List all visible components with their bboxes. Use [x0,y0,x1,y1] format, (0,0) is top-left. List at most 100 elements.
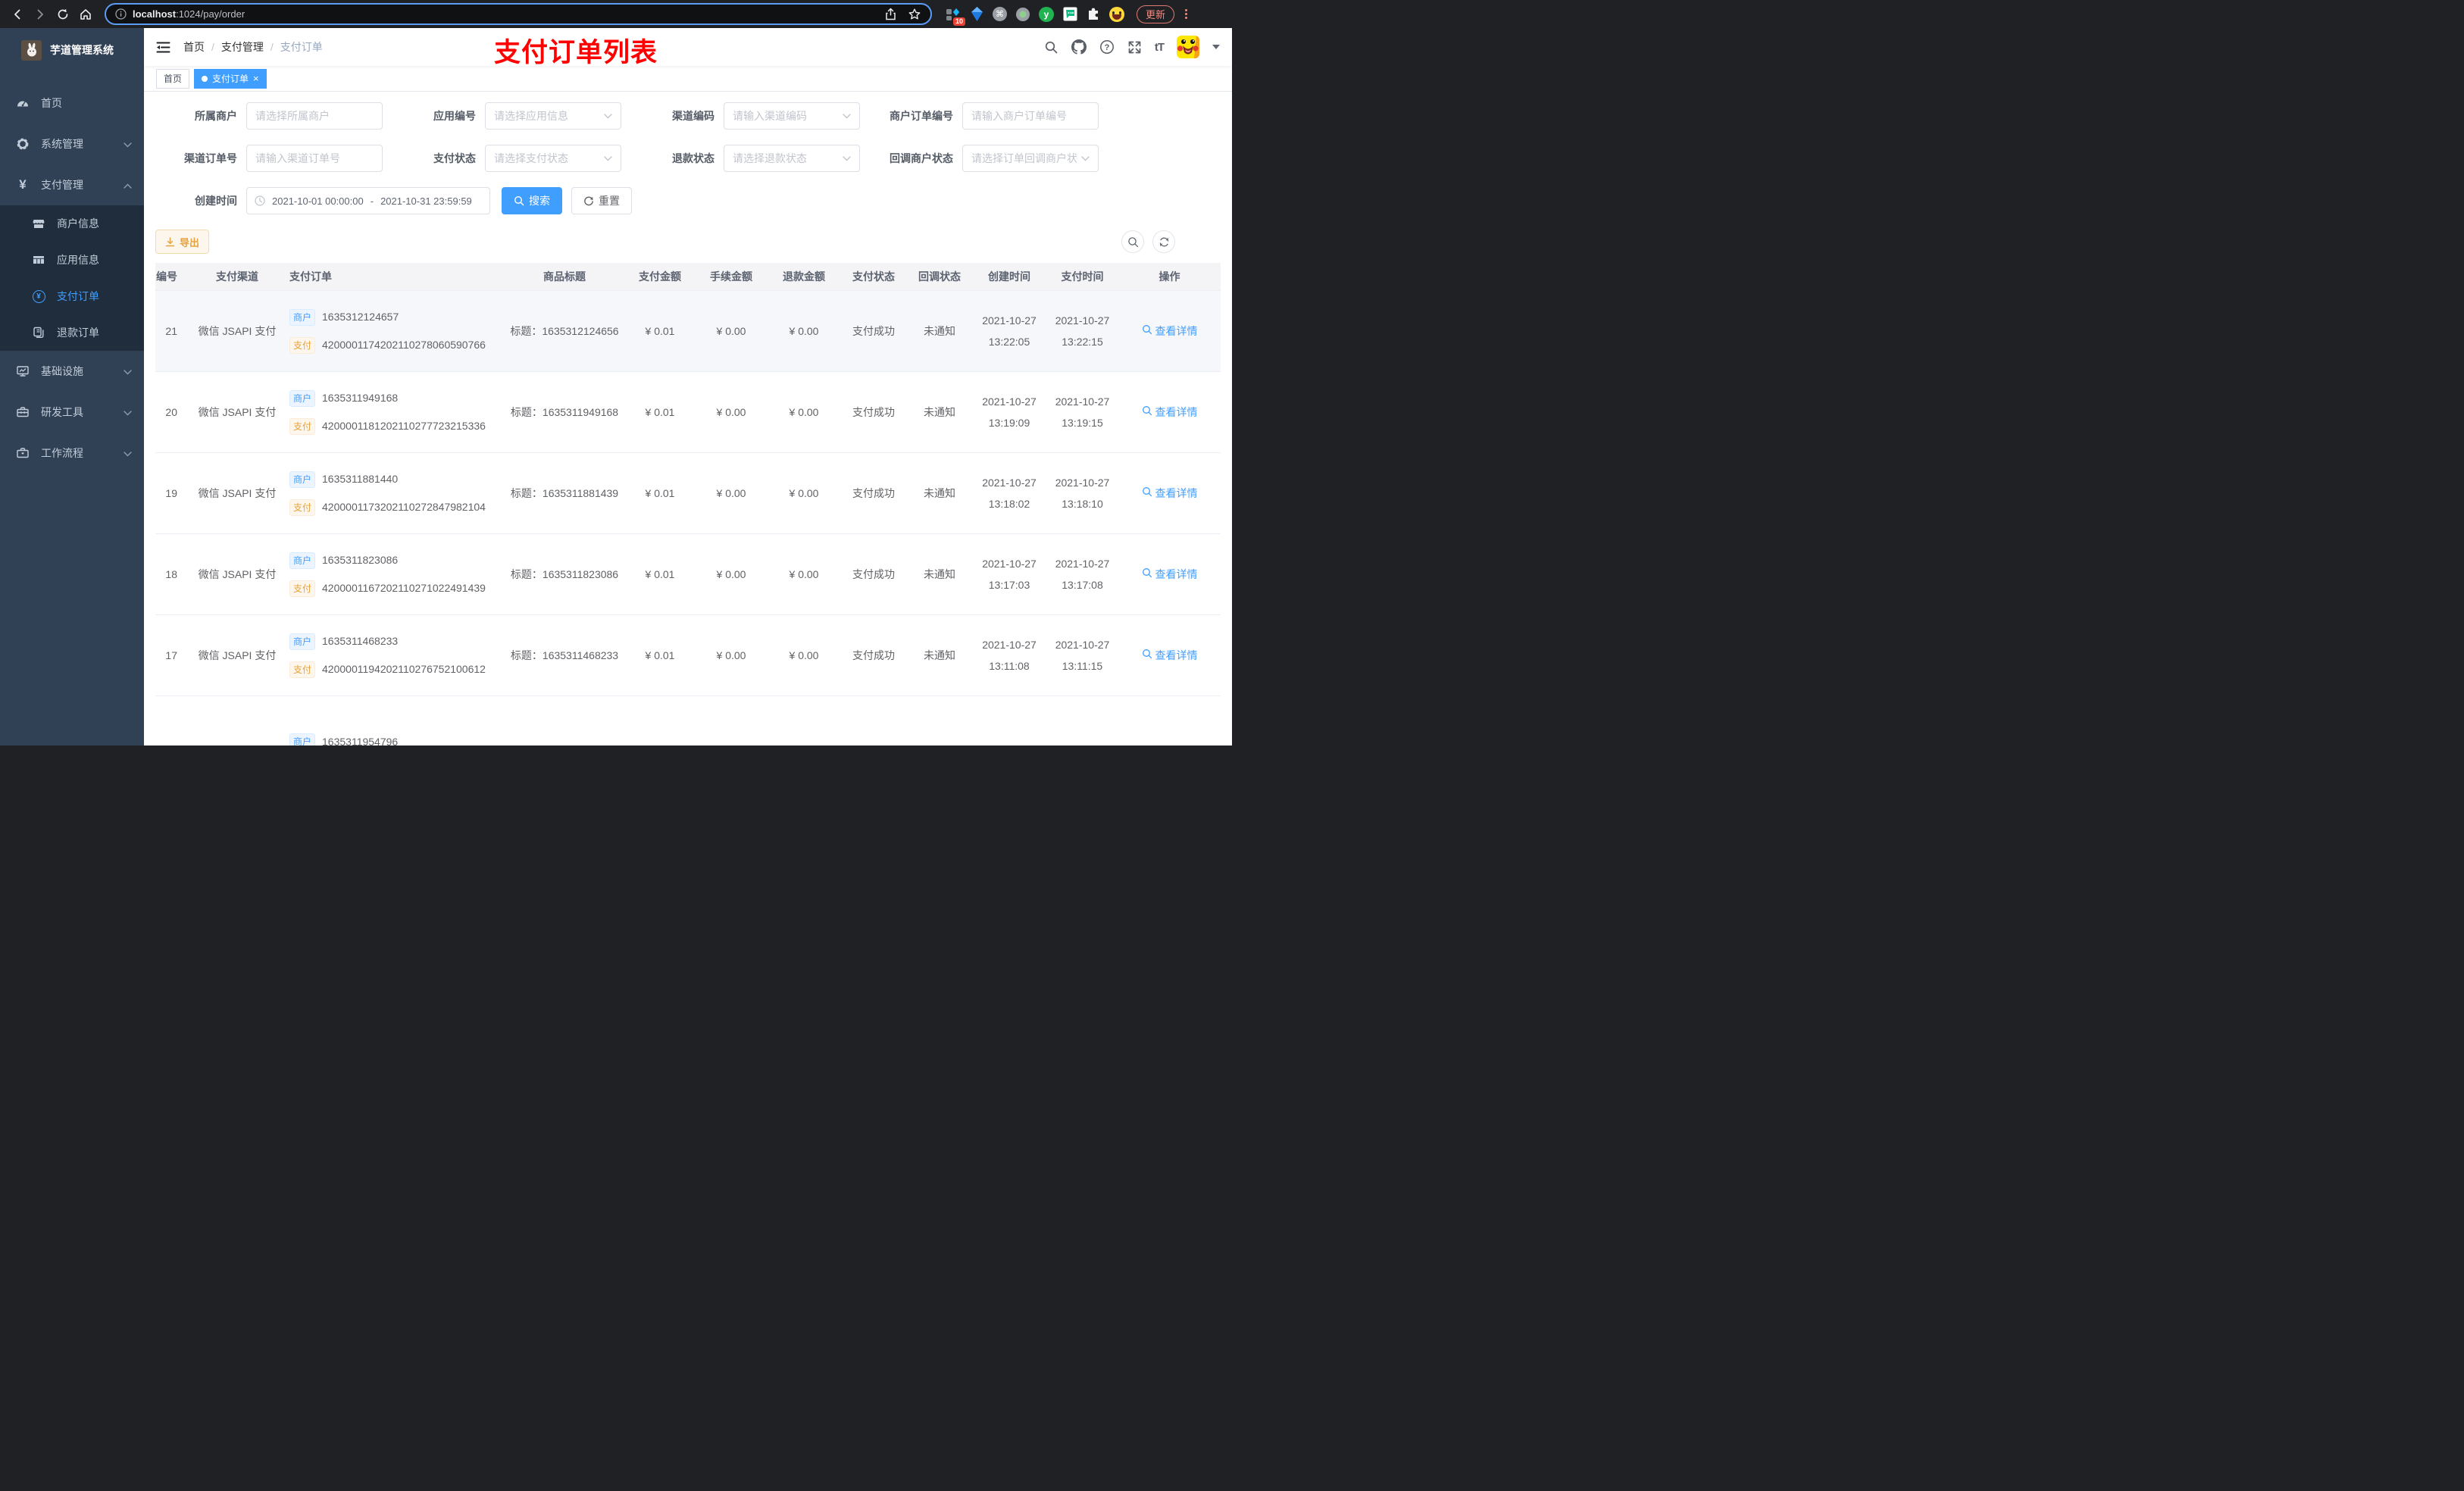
extension-command-icon[interactable]: ⌘ [993,7,1007,21]
clock-icon [255,195,265,206]
view-detail-link[interactable]: 查看详情 [1142,648,1198,663]
paid-date: 2021-10-27 [1055,395,1110,408]
merchant-badge: 商户 [289,633,316,650]
main-area: 支付订单列表 首页 / 支付管理 / 支付订单 ? tT 首页 支付订单 × 所… [144,28,1232,746]
paid-time: 2021-10-27 13:17:08 [1055,556,1110,592]
pay-channel-cell: 微信 JSAPI 支付 [198,405,277,418]
refresh-list-button[interactable] [1152,230,1175,253]
breadcrumb-payment[interactable]: 支付管理 [221,39,264,55]
pay-order-cell: 商户 1635311954796 [287,696,504,746]
breadcrumb-separator: / [211,41,214,53]
sidebar-item-label: 应用信息 [57,254,99,266]
chevron-up-icon [124,179,132,191]
briefcase-icon [16,446,30,460]
refund-amount-cell: ¥ 0.00 [789,649,819,661]
sidebar-item-home[interactable]: 首页 [0,83,144,123]
back-icon[interactable] [8,5,27,24]
channel-order-no-input[interactable]: 请输入渠道订单号 [246,145,383,172]
notify-status-select[interactable]: 请选择订单回调商户状态 [962,145,1099,172]
bookmark-star-icon[interactable] [908,8,921,21]
channel-code-select[interactable]: 请输入渠道编码 [724,102,860,130]
extension-chat-icon[interactable] [1062,7,1077,22]
table-row-partial: 商户 1635311954796 [155,696,1221,746]
refund-amount-cell: ¥ 0.00 [789,486,819,499]
sidebar-item-refund-order[interactable]: 退款订单 [0,314,144,351]
extension-puzzle-icon[interactable] [1086,7,1101,22]
pay-badge: 支付 [289,417,316,435]
merchant-badge: 商户 [289,389,316,407]
pay-order-cell: 商户 1635312124657 支付 42000011742021102780605… [287,291,504,371]
refresh-icon [584,196,593,206]
tag-close-icon[interactable]: × [253,73,259,83]
extension-tag-assistant-icon[interactable]: 10 [946,7,965,26]
caret-down-icon[interactable] [1212,45,1220,49]
view-detail-link[interactable]: 查看详情 [1142,486,1198,501]
monitor-chart-icon [16,364,30,378]
pay-channel-cell: 微信 JSAPI 支付 [198,324,277,337]
font-size-icon[interactable]: tT [1155,41,1165,54]
merchant-order-no: 1635311823086 [322,554,399,567]
create-time-range-picker[interactable]: 2021-10-01 00:00:00 - 2021-10-31 23:59:5… [246,187,490,214]
url-bar[interactable]: localhost:1024/pay/order [105,3,932,25]
collapse-sidebar-icon[interactable] [156,41,170,54]
merchant-filter-input[interactable]: 请选择所属商户 [246,102,383,130]
sidebar-item-app-info[interactable]: 应用信息 [0,242,144,278]
extension-kite-icon[interactable] [969,6,984,22]
breadcrumb-home[interactable]: 首页 [183,39,205,55]
tag-home[interactable]: 首页 [156,68,190,89]
merchant-order-no-input[interactable]: 请输入商户订单编号 [962,102,1099,130]
sidebar-item-pay-order[interactable]: ¥ 支付订单 [0,278,144,314]
view-detail-label: 查看详情 [1155,649,1198,661]
fullscreen-icon[interactable] [1127,40,1142,55]
chevron-down-icon [843,113,851,118]
pay-status-select[interactable]: 请选择支付状态 [485,145,621,172]
search-icon[interactable] [1044,40,1058,55]
extension-emoji-icon[interactable] [1109,6,1124,22]
refund-amount-cell: ¥ 0.00 [789,324,819,337]
sidebar-item-payment[interactable]: ¥ 支付管理 [0,164,144,205]
extension-recorder-icon[interactable] [1015,7,1030,22]
order-id-cell: 18 [165,567,177,580]
filter-label: 应用编号 [433,110,476,122]
home-icon[interactable] [76,5,95,24]
view-detail-link[interactable]: 查看详情 [1142,405,1198,420]
date-start: 2021-10-01 00:00:00 [272,195,364,207]
pay-amount-cell: ¥ 0.01 [645,486,675,499]
update-button[interactable]: 更新 [1137,5,1175,23]
paid-date: 2021-10-27 [1055,477,1110,489]
sidebar-item-label: 商户信息 [57,217,99,230]
export-button[interactable]: 导出 [155,230,210,254]
refund-amount-cell: ¥ 0.00 [789,405,819,418]
browser-menu-icon[interactable] [1185,9,1188,19]
view-detail-label: 查看详情 [1155,486,1198,499]
reset-button[interactable]: 重置 [571,187,632,214]
user-avatar[interactable] [1177,36,1199,58]
date-separator: - [370,195,374,207]
share-icon[interactable] [884,8,897,20]
view-detail-link[interactable]: 查看详情 [1142,324,1198,339]
view-detail-label: 查看详情 [1155,567,1198,580]
forward-icon[interactable] [30,5,50,24]
tag-pay-order[interactable]: 支付订单 × [194,68,267,89]
search-button[interactable]: 搜索 [502,187,562,214]
sidebar-item-infrastructure[interactable]: 基础设施 [0,351,144,392]
app-id-select[interactable]: 请选择应用信息 [485,102,621,130]
reload-icon[interactable] [53,5,73,24]
refund-status-select[interactable]: 请选择退款状态 [724,145,860,172]
site-info-icon[interactable] [115,8,127,20]
sidebar-item-dev-tools[interactable]: 研发工具 [0,392,144,433]
sidebar-item-system[interactable]: 系统管理 [0,123,144,164]
extension-y-icon[interactable]: y [1039,6,1054,22]
chevron-down-icon [604,155,612,161]
sidebar-item-workflow[interactable]: 工作流程 [0,433,144,474]
created-date: 2021-10-27 [982,395,1037,408]
fee-amount-cell: ¥ 0.00 [716,567,746,580]
view-detail-link[interactable]: 查看详情 [1142,567,1198,582]
github-icon[interactable] [1071,39,1087,55]
show-search-toggle-button[interactable] [1121,230,1144,253]
pay-order-cell: 商户 1635311468233 支付 42000011942021102767521… [287,615,504,695]
sidebar-item-merchant-info[interactable]: 商户信息 [0,205,144,242]
created-date: 2021-10-27 [982,558,1037,570]
filter-row-2: 渠道订单号 请输入渠道订单号 支付状态 请选择支付状态 退款状态 请选择退款状态… [155,145,1221,172]
help-icon[interactable]: ? [1099,39,1115,55]
